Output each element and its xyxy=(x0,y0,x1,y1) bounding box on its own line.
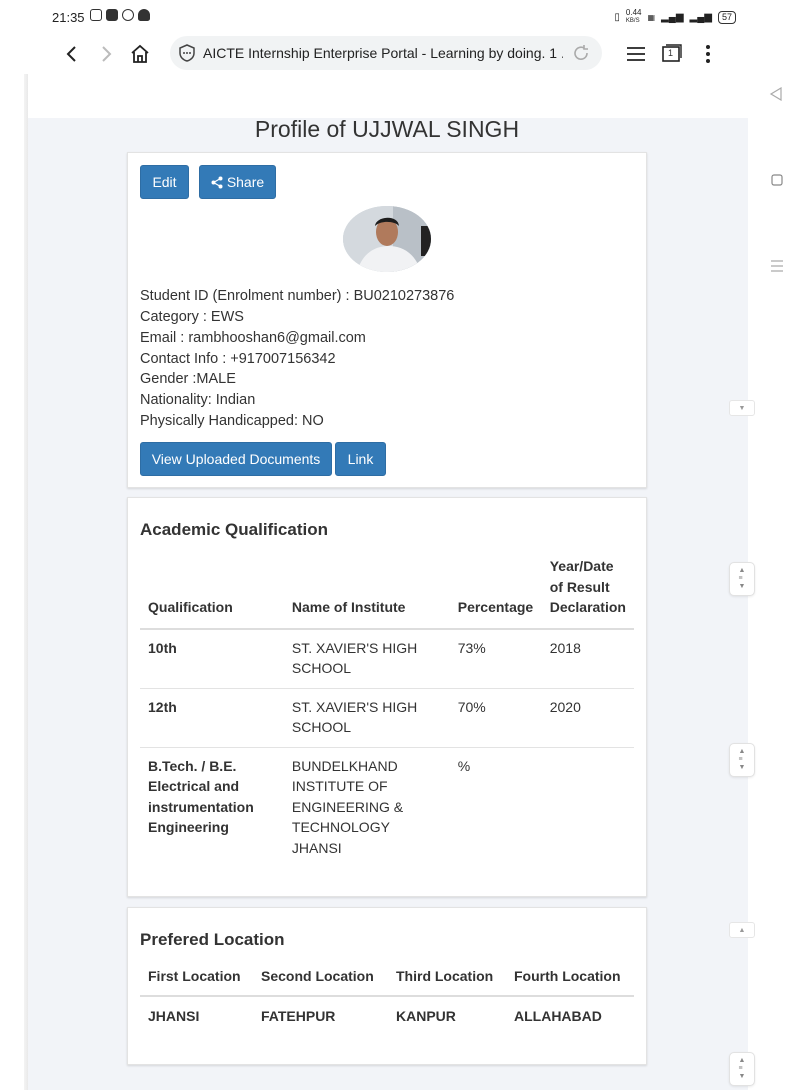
physically-handicapped: Physically Handicapped: NO xyxy=(140,413,324,429)
first-location-cell: JHANSI xyxy=(148,1007,200,1024)
location-heading: Prefered Location xyxy=(140,930,285,949)
header-second-location: Second Location xyxy=(253,966,388,997)
location-table: First Location Second Location Third Loc… xyxy=(140,966,634,1035)
signal-2-icon: ▂▄▆ xyxy=(689,11,712,23)
academic-heading: Academic Qualification xyxy=(140,520,328,539)
share-button[interactable]: Share xyxy=(199,165,276,199)
status-right-icons: ▯ 0.44 KB/S ▦ ▂▄▆ ▂▄▆ 57 xyxy=(614,9,736,25)
scroll-down-indicator[interactable]: ▼ xyxy=(729,400,755,416)
profile-photo xyxy=(343,206,431,272)
menu-button[interactable] xyxy=(622,40,650,68)
square-recents-icon[interactable] xyxy=(771,174,783,186)
forward-arrow-icon xyxy=(102,46,112,62)
table-row: 10th ST. XAVIER'S HIGH SCHOOL 73% 2018 xyxy=(140,628,634,689)
address-bar[interactable]: AICTE Internship Enterprise Portal - Lea… xyxy=(170,36,602,70)
institute-cell: ST. XAVIER'S HIGH SCHOOL xyxy=(283,628,450,689)
qualification-cell: B.Tech. / B.E. Electrical and instrument… xyxy=(148,757,254,836)
student-id: Student ID (Enrolment number) : BU021027… xyxy=(140,288,455,304)
tabs-button[interactable]: 1 xyxy=(658,40,686,68)
vibrate-icon: ▯ xyxy=(614,11,620,23)
header-first-location: First Location xyxy=(140,966,253,997)
signal-icon: ▂▄▆ xyxy=(661,11,684,23)
header-third-location: Third Location xyxy=(388,966,506,997)
reload-icon[interactable] xyxy=(572,44,590,62)
avatar xyxy=(343,206,431,272)
qualification-cell: 10th xyxy=(140,628,284,689)
header-qualification: Qualification xyxy=(140,556,284,630)
page-left-edge xyxy=(0,74,41,1090)
view-documents-button[interactable]: View Uploaded Documents xyxy=(140,442,332,476)
more-vertical-icon xyxy=(706,45,710,63)
home-button[interactable] xyxy=(126,40,154,68)
scroll-handle[interactable]: ▲ ≡ ▼ xyxy=(729,562,755,596)
header-year: Year/Date of Result Declaration xyxy=(541,556,634,630)
table-row: 12th ST. XAVIER'S HIGH SCHOOL 70% 2020 xyxy=(140,688,634,748)
back-button[interactable] xyxy=(58,40,86,68)
hamburger-icon xyxy=(627,47,645,61)
system-nav-gutter xyxy=(760,0,800,1090)
page-title: Profile of UJJWAL SINGH xyxy=(254,116,520,142)
second-location-cell: FATEHPUR xyxy=(261,1007,336,1024)
triangle-back-icon[interactable] xyxy=(769,87,783,101)
menu-lines-icon[interactable] xyxy=(770,260,784,272)
scroll-handle[interactable]: ▲ ≡ ▼ xyxy=(729,1052,755,1086)
percentage-cell: 70% xyxy=(449,688,542,748)
edit-button[interactable]: Edit xyxy=(140,165,189,199)
instagram-icon xyxy=(90,9,102,21)
shield-icon xyxy=(179,44,195,62)
contact-info: Contact Info : +917007156342 xyxy=(140,351,336,367)
institute-cell: BUNDELKHAND INSTITUTE OF ENGINEERING & T… xyxy=(291,757,404,856)
notification-icons xyxy=(90,9,150,21)
status-bar: 21:35 ▯ 0.44 KB/S ▦ ▂▄▆ ▂▄▆ 57 xyxy=(0,0,760,34)
nationality: Nationality: Indian xyxy=(140,392,256,408)
academic-header-row: Qualification Name of Institute Percenta… xyxy=(140,556,634,630)
third-location-cell: KANPUR xyxy=(396,1007,456,1024)
header-fourth-location: Fourth Location xyxy=(506,966,634,997)
qualification-cell: 12th xyxy=(140,688,284,748)
view-documents-label: View Uploaded Documents xyxy=(151,451,321,467)
year-cell: 2020 xyxy=(541,688,634,748)
table-row: JHANSI FATEHPUR KANPUR ALLAHABAD xyxy=(140,996,634,1036)
back-arrow-icon xyxy=(66,46,76,62)
academic-table: Qualification Name of Institute Percenta… xyxy=(140,556,634,867)
snapchat-icon xyxy=(138,9,150,21)
status-time: 21:35 xyxy=(52,10,85,25)
profile-card: Edit Share Student ID (Enrolment number)… xyxy=(127,152,647,488)
category: Category : EWS xyxy=(140,309,244,325)
academic-card: Academic Qualification Qualification Nam… xyxy=(127,497,647,897)
net-speed-value: 0.44 xyxy=(625,8,642,17)
whatsapp-icon xyxy=(122,9,134,21)
net-speed-unit: KB/S xyxy=(625,18,640,24)
scroll-handle[interactable]: ▲ ≡ ▼ xyxy=(729,743,755,777)
table-row: B.Tech. / B.E. Electrical and instrument… xyxy=(140,747,634,867)
email: Email : rambhooshan6@gmail.com xyxy=(140,330,366,346)
share-icon xyxy=(211,176,223,188)
more-options-button[interactable] xyxy=(694,40,722,68)
battery-icon: 57 xyxy=(717,10,736,24)
gender: Gender :MALE xyxy=(140,371,236,387)
percentage-cell: 73% xyxy=(449,628,542,689)
year-cell xyxy=(542,747,634,867)
scroll-up-indicator[interactable]: ▲ xyxy=(729,922,755,938)
header-percentage: Percentage xyxy=(449,556,542,630)
fourth-location-cell: ALLAHABAD xyxy=(514,1007,602,1024)
home-icon xyxy=(131,44,149,63)
header-institute: Name of Institute xyxy=(283,556,450,630)
edit-label: Edit xyxy=(152,174,177,190)
location-card: Prefered Location First Location Second … xyxy=(127,907,647,1065)
percentage-cell: % xyxy=(457,757,471,774)
volte-icon: ▦ xyxy=(647,12,656,22)
institute-cell: ST. XAVIER'S HIGH SCHOOL xyxy=(283,688,450,748)
tab-count: 1 xyxy=(668,48,674,58)
location-header-row: First Location Second Location Third Loc… xyxy=(140,966,634,997)
link-label: Link xyxy=(347,451,374,467)
share-label: Share xyxy=(226,174,265,190)
year-cell: 2018 xyxy=(541,628,634,689)
browser-toolbar: AICTE Internship Enterprise Portal - Lea… xyxy=(0,34,760,74)
app-notification-icon xyxy=(106,9,118,21)
forward-button[interactable] xyxy=(92,40,120,68)
url-text: AICTE Internship Enterprise Portal - Lea… xyxy=(203,45,563,61)
link-button[interactable]: Link xyxy=(335,442,386,476)
